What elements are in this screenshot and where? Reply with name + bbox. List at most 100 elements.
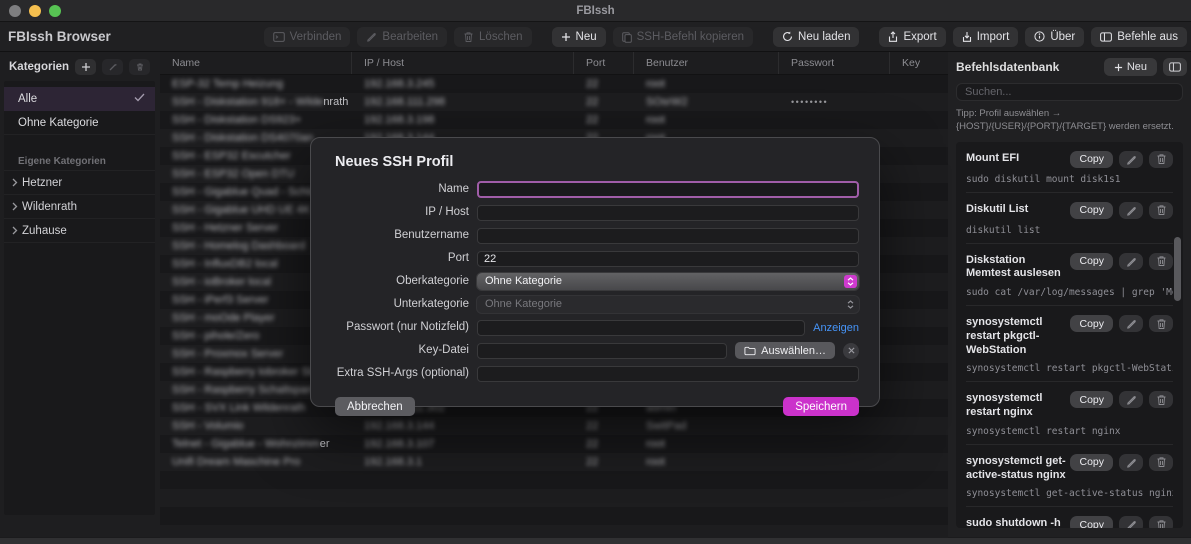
toolbar-button-neu[interactable]: Neu — [552, 27, 606, 47]
clear-keyfile-button[interactable] — [843, 343, 859, 359]
add-command-button[interactable]: Neu — [1104, 58, 1157, 76]
toolbar-button-neu-laden[interactable]: Neu laden — [773, 27, 859, 47]
cell-empty — [574, 489, 634, 507]
command-text: synosystemctl restart pkgctl-WebStation — [966, 363, 1173, 374]
name-field[interactable] — [477, 181, 859, 198]
categories-header: Kategorien — [9, 61, 69, 73]
toolbar-button-label: Löschen — [479, 31, 522, 43]
delete-command-button[interactable] — [1149, 516, 1173, 528]
redacted-name-text: SSH - ioBroker local — [172, 273, 271, 291]
copy-command-button[interactable]: Copy — [1070, 391, 1113, 408]
toolbar-button-import[interactable]: Import — [953, 27, 1019, 47]
table-row[interactable]: ESP-32 Temp Heizung192.168.3.24522root — [160, 75, 948, 93]
edit-command-button[interactable] — [1119, 202, 1143, 219]
commands-scrollbar[interactable] — [1174, 237, 1181, 301]
toolbar-button-bearbeiten[interactable]: Bearbeiten — [357, 27, 447, 47]
username-field[interactable] — [477, 228, 859, 244]
command-text: sudo cat /var/log/messages | grep 'Memte… — [966, 287, 1173, 298]
commands-search-input[interactable] — [956, 83, 1183, 101]
sidebar-item-alle[interactable]: Alle — [4, 87, 155, 111]
info-icon — [1034, 31, 1045, 42]
copy-command-button[interactable]: Copy — [1070, 253, 1113, 270]
delete-command-button[interactable] — [1149, 151, 1173, 168]
cancel-button[interactable]: Abbrechen — [335, 397, 415, 416]
redacted-name-text: SSH - pihole/Zero — [172, 327, 259, 345]
delete-command-button[interactable] — [1149, 391, 1173, 408]
redacted-name-text: SSH - Diskstation 918+ - Wilde — [172, 93, 323, 111]
redacted-user-text: root — [646, 111, 665, 129]
delete-command-button[interactable] — [1149, 454, 1173, 471]
copy-command-button[interactable]: Copy — [1070, 454, 1113, 471]
password-field[interactable] — [477, 320, 805, 336]
cell-ip: 192.168.3.245 — [352, 75, 574, 93]
column-header-ip-host[interactable]: IP / Host — [352, 52, 574, 74]
zoom-window-button[interactable] — [49, 5, 61, 17]
toolbar-button-export[interactable]: Export — [879, 27, 945, 47]
toolbar-button-befehle-aus[interactable]: Befehle aus — [1091, 27, 1187, 47]
edit-command-button[interactable] — [1119, 315, 1143, 332]
edit-category-button[interactable] — [102, 59, 123, 75]
cell-empty — [352, 489, 574, 507]
host-field[interactable] — [477, 205, 859, 221]
cell-user: root — [634, 75, 779, 93]
toolbar-button-ssh-befehl-kopieren[interactable]: SSH-Befehl kopieren — [613, 27, 753, 47]
cell-port: 22 — [574, 93, 634, 111]
cell-key — [890, 147, 948, 165]
extra-args-field[interactable] — [477, 366, 859, 382]
delete-command-button[interactable] — [1149, 253, 1173, 270]
keyfile-field[interactable] — [477, 343, 727, 359]
table-row[interactable]: Telnet - Gigablue - Wohnzimmer192.168.3.… — [160, 435, 948, 453]
edit-command-button[interactable] — [1119, 516, 1143, 528]
sidebar-item-ohne-kategorie[interactable]: Ohne Kategorie — [4, 111, 155, 135]
add-category-button[interactable] — [75, 59, 96, 75]
toolbar-button-l-schen[interactable]: Löschen — [454, 27, 531, 47]
column-header-benutzer[interactable]: Benutzer — [634, 52, 779, 74]
toolbar-button--ber[interactable]: Über — [1025, 27, 1084, 47]
table-header: NameIP / HostPortBenutzerPasswortKey — [160, 52, 948, 75]
refresh-icon — [782, 31, 793, 42]
edit-command-button[interactable] — [1119, 391, 1143, 408]
traffic-lights — [9, 5, 61, 17]
category-select[interactable]: Ohne Kategorie — [477, 273, 859, 290]
redacted-name-text: SSH - Volumio — [172, 417, 244, 435]
cell-key — [890, 237, 948, 255]
edit-command-button[interactable] — [1119, 454, 1143, 471]
column-header-passwort[interactable]: Passwort — [779, 52, 890, 74]
trash-icon — [463, 31, 474, 43]
sidebar-item-zuhause[interactable]: Zuhause — [4, 219, 155, 243]
table-row[interactable]: SSH - Volumio192.168.3.14422SwitPad — [160, 417, 948, 435]
column-header-name[interactable]: Name — [160, 52, 352, 74]
toolbar-button-verbinden[interactable]: Verbinden — [264, 27, 351, 47]
import-icon — [962, 31, 972, 43]
port-field[interactable] — [477, 251, 859, 267]
edit-command-button[interactable] — [1119, 151, 1143, 168]
cell-key — [890, 453, 948, 471]
minimize-window-button[interactable] — [29, 5, 41, 17]
choose-keyfile-button[interactable]: Auswählen… — [735, 342, 835, 359]
host-label: IP / Host — [335, 204, 469, 221]
subcategory-select[interactable]: Ohne Kategorie — [477, 296, 859, 313]
show-password-link[interactable]: Anzeigen — [813, 322, 859, 334]
delete-category-button[interactable] — [129, 59, 150, 75]
copy-command-button[interactable]: Copy — [1070, 516, 1113, 528]
table-row[interactable]: SSH - Diskstation 918+ - Wildenrath192.1… — [160, 93, 948, 111]
close-window-button[interactable] — [9, 5, 21, 17]
sidebar-item-hetzner[interactable]: Hetzner — [4, 171, 155, 195]
toggle-commands-panel-button[interactable] — [1163, 58, 1187, 76]
cell-name: SSH - Diskstation 918+ - Wildenrath — [160, 93, 352, 111]
table-row[interactable]: Unifi Dream Maschine Pro192.168.3.122roo… — [160, 453, 948, 471]
sidebar-item-wildenrath[interactable]: Wildenrath — [4, 195, 155, 219]
table-row[interactable]: SSH - Diskstation DS923+192.168.3.19822r… — [160, 111, 948, 129]
save-button[interactable]: Speichern — [783, 397, 859, 416]
column-header-key[interactable]: Key — [890, 52, 948, 74]
copy-command-button[interactable]: Copy — [1070, 151, 1113, 168]
copy-command-button[interactable]: Copy — [1070, 202, 1113, 219]
column-header-port[interactable]: Port — [574, 52, 634, 74]
password-dots: •••••••• — [791, 97, 828, 107]
copy-command-button[interactable]: Copy — [1070, 315, 1113, 332]
redacted-name-text: SSH - Raspberry Schaltsparsch — [172, 381, 327, 399]
edit-command-button[interactable] — [1119, 253, 1143, 270]
username-label: Benutzername — [335, 227, 469, 244]
delete-command-button[interactable] — [1149, 315, 1173, 332]
delete-command-button[interactable] — [1149, 202, 1173, 219]
